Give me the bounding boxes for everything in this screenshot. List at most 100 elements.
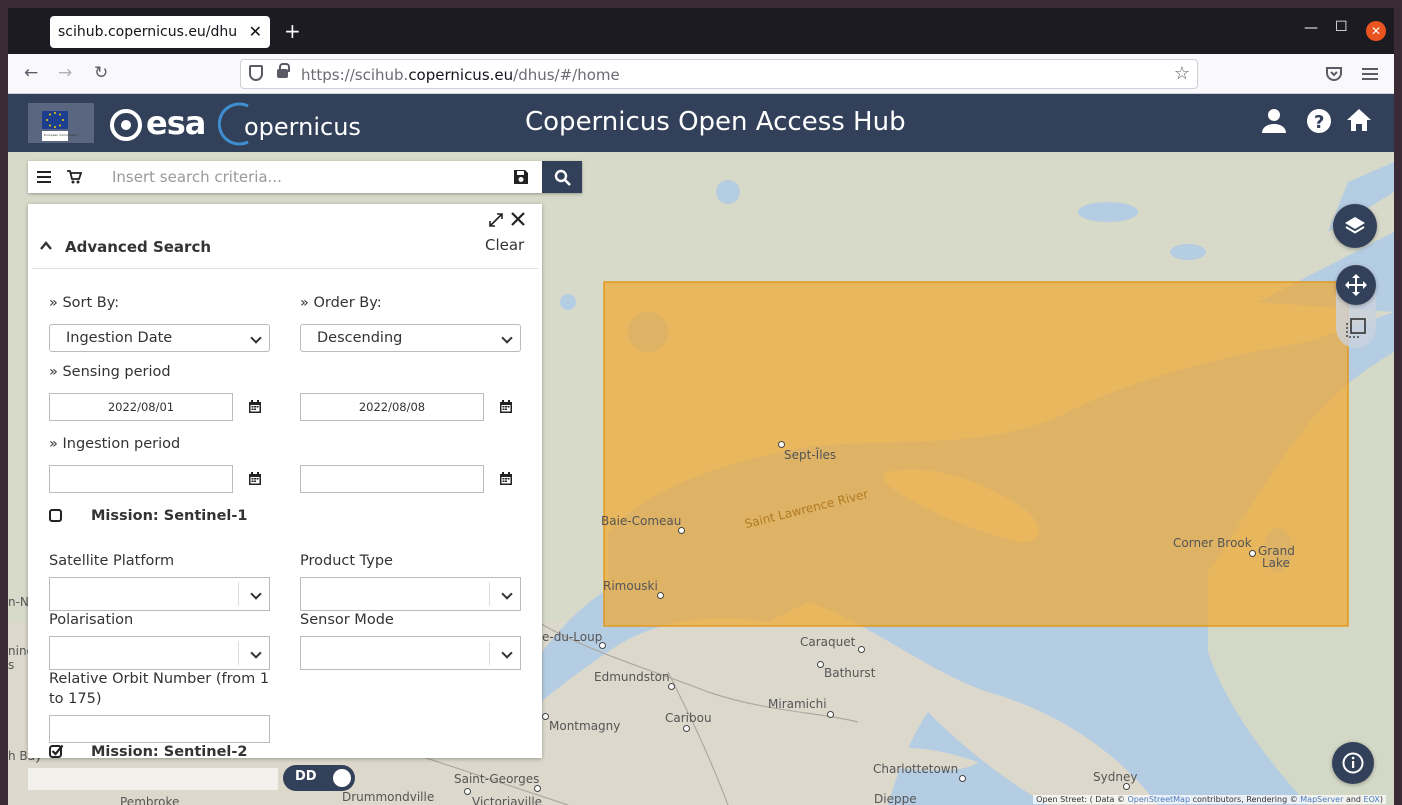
- shield-icon[interactable]: [249, 65, 263, 81]
- help-icon[interactable]: ?: [1306, 108, 1332, 134]
- place-marker: [542, 713, 549, 720]
- place-marker: [657, 592, 664, 599]
- sort-by-label: » Sort By:: [49, 295, 120, 311]
- tab-strip: scihub.copernicus.eu/dhus/# ✕ + — ☐ ✕: [8, 8, 1394, 54]
- eox-link[interactable]: EOX: [1364, 795, 1380, 804]
- save-icon[interactable]: [513, 169, 529, 185]
- search-button[interactable]: [542, 161, 582, 193]
- mission-sentinel-1-checkbox[interactable]: [49, 509, 62, 522]
- browser-window: scihub.copernicus.eu/dhus/# ✕ + — ☐ ✕ ← …: [8, 8, 1394, 805]
- layers-button[interactable]: [1333, 204, 1377, 248]
- user-icon[interactable]: [1262, 108, 1286, 134]
- calendar-icon[interactable]: [249, 472, 261, 485]
- calendar-icon[interactable]: [500, 472, 512, 485]
- panel-title: Advanced Search: [65, 238, 212, 256]
- toggle-knob: [333, 769, 351, 787]
- navigation-bar: ← → ↻ https://scihub.copernicus.eu/dhus/…: [8, 54, 1394, 94]
- sensing-period-label: » Sensing period: [49, 364, 171, 380]
- place-marker: [683, 725, 690, 732]
- minimize-icon[interactable]: —: [1304, 20, 1318, 36]
- select-area-icon[interactable]: [1346, 318, 1366, 338]
- browser-tab[interactable]: scihub.copernicus.eu/dhus/# ✕: [50, 16, 270, 48]
- ingestion-to-input[interactable]: [300, 465, 484, 493]
- orbit-label-cont: to 175): [49, 691, 102, 707]
- menu-icon[interactable]: [1362, 67, 1378, 81]
- expand-icon[interactable]: [489, 213, 503, 227]
- move-arrows-icon: [1345, 274, 1367, 296]
- place-marker: [778, 441, 785, 448]
- url-bar[interactable]: https://scihub.copernicus.eu/dhus/#/home…: [240, 59, 1198, 89]
- back-icon[interactable]: ←: [24, 63, 38, 83]
- calendar-icon[interactable]: [500, 400, 512, 413]
- sensing-to-input[interactable]: 2022/08/08: [300, 393, 484, 421]
- maximize-icon[interactable]: ☐: [1335, 19, 1348, 35]
- tab-close-icon[interactable]: ✕: [249, 22, 262, 41]
- forward-icon[interactable]: →: [58, 63, 72, 83]
- place-marker: [1249, 550, 1256, 557]
- window-close-icon[interactable]: ✕: [1366, 21, 1386, 41]
- mission-sentinel-2-label: Mission: Sentinel-2: [91, 744, 248, 760]
- pan-mode-button[interactable]: [1336, 265, 1376, 305]
- place-marker: [959, 775, 966, 782]
- hamburger-menu-icon[interactable]: [37, 171, 51, 183]
- sensor-mode-select[interactable]: [300, 636, 521, 670]
- mapserver-link[interactable]: MapServer: [1300, 795, 1343, 804]
- search-icon: [554, 169, 571, 186]
- ingestion-from-input[interactable]: [49, 465, 233, 493]
- place-label: Caribou: [665, 711, 712, 725]
- place-marker: [827, 711, 834, 718]
- place-marker: [668, 683, 675, 690]
- product-type-select[interactable]: [300, 577, 521, 611]
- place-label: Sept-Îles: [784, 448, 837, 462]
- search-input[interactable]: Insert search criteria...: [112, 168, 282, 186]
- coordinate-readout: [28, 768, 278, 790]
- place-label: Corner Brook: [1173, 536, 1252, 550]
- bookmark-star-icon[interactable]: ☆: [1174, 63, 1190, 84]
- place-marker: [678, 527, 685, 534]
- close-icon[interactable]: [511, 212, 525, 226]
- info-icon: [1342, 752, 1364, 774]
- polarisation-label: Polarisation: [49, 612, 134, 628]
- place-label: Charlottetown: [873, 762, 959, 776]
- svg-text:?: ?: [1314, 112, 1324, 133]
- new-tab-icon[interactable]: +: [284, 19, 301, 43]
- product-type-label: Product Type: [300, 553, 393, 569]
- pocket-icon[interactable]: [1325, 66, 1343, 82]
- clear-button[interactable]: Clear: [485, 236, 524, 254]
- map-attribution: Open Street: ( Data © OpenStreetMap cont…: [1033, 795, 1386, 804]
- reload-icon[interactable]: ↻: [94, 63, 108, 83]
- place-label: s: [8, 658, 15, 672]
- place-label: Pembroke: [120, 795, 180, 805]
- place-label: Miramichi: [768, 697, 827, 711]
- order-by-select[interactable]: Descending: [300, 324, 521, 352]
- divider: [32, 268, 538, 269]
- polarisation-select[interactable]: [49, 636, 270, 670]
- place-label: Saint-Georges: [454, 772, 540, 786]
- home-icon[interactable]: [1346, 108, 1372, 132]
- lock-icon[interactable]: [277, 63, 290, 78]
- place-label: Drummondville: [342, 790, 435, 804]
- copernicus-logo-text: opernicus: [244, 113, 361, 141]
- sensing-from-input[interactable]: 2022/08/01: [49, 393, 233, 421]
- place-label: Lake: [1262, 556, 1290, 570]
- place-label: Sydney: [1093, 770, 1138, 784]
- place-marker: [534, 785, 541, 792]
- place-label: Baie-Comeau: [601, 514, 682, 528]
- place-label: Edmundston: [594, 670, 670, 684]
- svg-text:European Commission: European Commission: [44, 133, 78, 137]
- calendar-icon[interactable]: [249, 400, 261, 413]
- cart-icon[interactable]: [66, 169, 82, 185]
- place-label: Bathurst: [824, 666, 876, 680]
- sort-by-select[interactable]: Ingestion Date: [49, 324, 270, 352]
- place-label: Montmagny: [549, 719, 621, 733]
- orbit-input[interactable]: [49, 715, 270, 743]
- platform-select[interactable]: [49, 577, 270, 611]
- mission-sentinel-2-checkbox[interactable]: [49, 744, 64, 758]
- chevron-up-icon[interactable]: [40, 241, 52, 250]
- place-label: Rimouski: [603, 579, 658, 593]
- info-button[interactable]: [1332, 742, 1374, 784]
- coordinate-format-toggle[interactable]: DD: [283, 765, 355, 791]
- ingestion-period-label: » Ingestion period: [49, 436, 181, 452]
- osm-link[interactable]: OpenStreetMap: [1127, 795, 1190, 804]
- order-by-label: » Order By:: [300, 295, 382, 311]
